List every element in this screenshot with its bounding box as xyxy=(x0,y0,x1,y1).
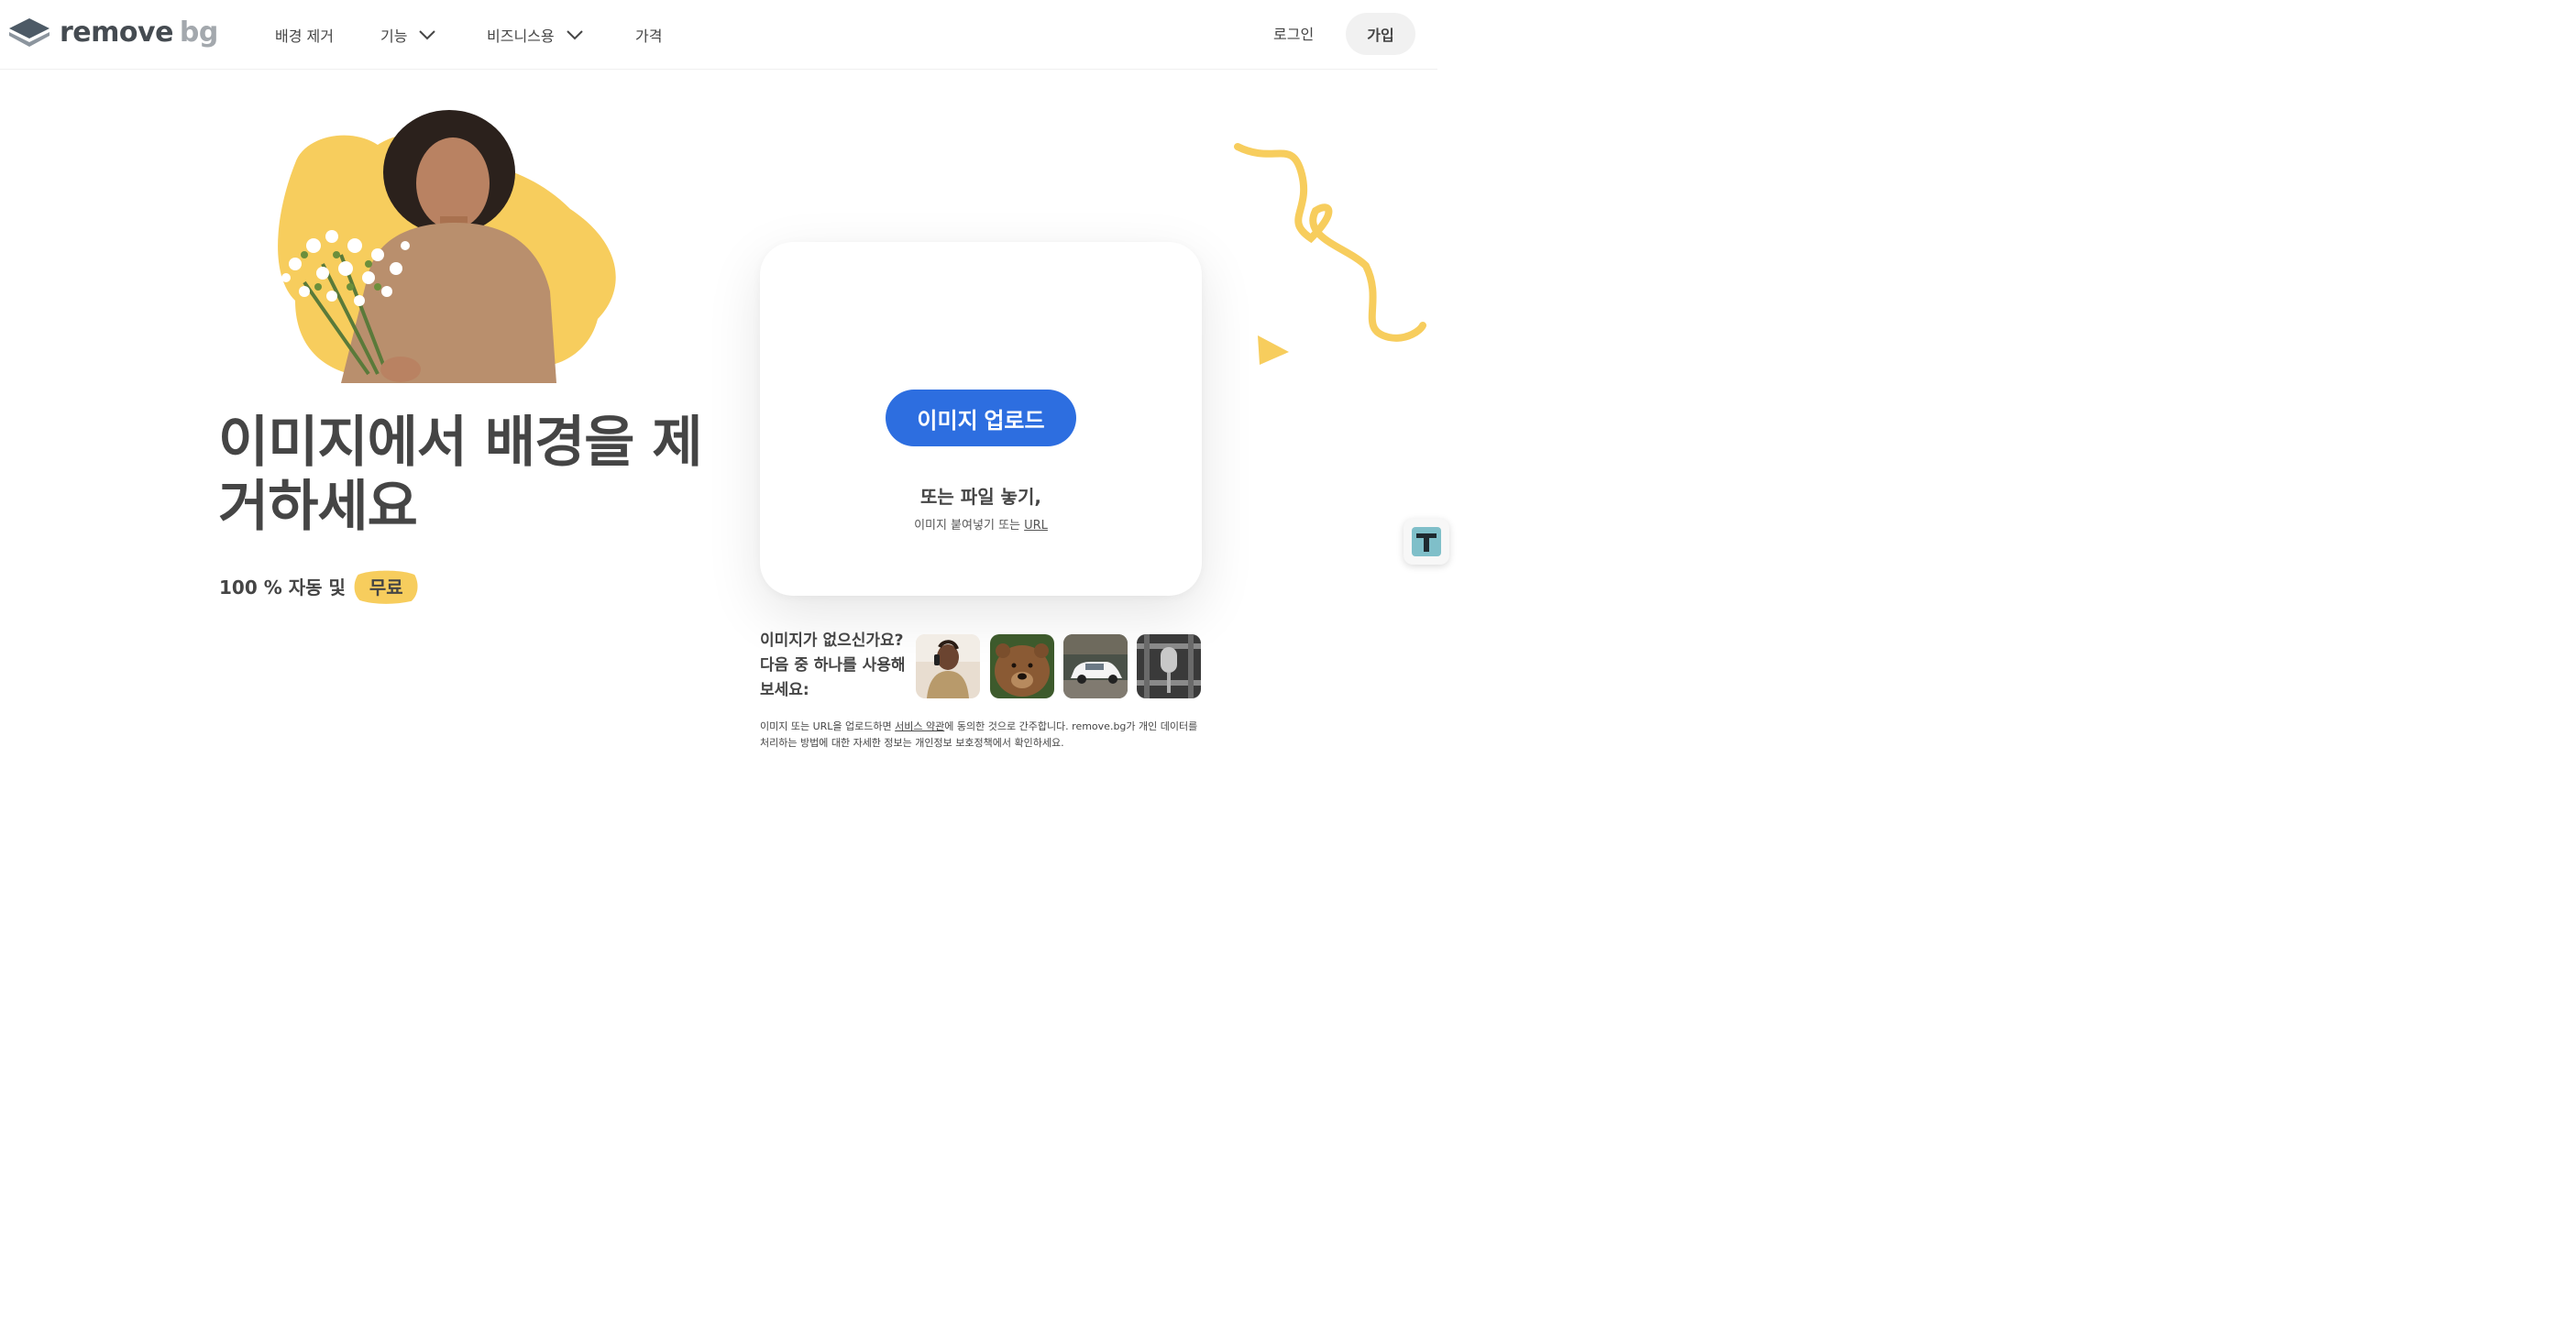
chevron-down-icon xyxy=(566,30,583,40)
nav-business-label: 비즈니스용 xyxy=(487,27,555,45)
legal-notice: 이미지 또는 URL을 업로드하면 서비스 약관에 동의한 것으로 간주합니다.… xyxy=(760,719,1205,752)
nav-pricing-label: 가격 xyxy=(635,27,663,45)
login-link[interactable]: 로그인 xyxy=(1273,22,1314,48)
upload-card[interactable]: 이미지 업로드 또는 파일 놓기, 이미지 붙여넣기 또는 URL xyxy=(760,242,1202,596)
hero-title: 이미지에서 배경을 제거하세요 xyxy=(218,411,703,539)
side-text-tool-icon[interactable] xyxy=(1404,519,1449,565)
top-nav-bar: remove bg 배경 제거 기능 비즈니스용 가격 로그인 가입 xyxy=(0,0,1437,70)
sample-image-person-on-phone[interactable] xyxy=(916,634,980,698)
hero-woman-with-flowers-image xyxy=(278,110,616,383)
legal-text-1: 이미지 또는 URL을 업로드하면 xyxy=(760,720,896,732)
sample-prompt: 이미지가 없으신가요? 다음 중 하나를 사용해 보세요: xyxy=(760,632,906,699)
chevron-down-icon xyxy=(419,30,436,40)
drop-file-text: 또는 파일 놓기, xyxy=(920,486,1041,508)
nav-remove-background[interactable]: 배경 제거 xyxy=(275,22,334,48)
nav-business-dropdown[interactable]: 비즈니스용 xyxy=(487,22,584,48)
nav-remove-background-label: 배경 제거 xyxy=(275,27,334,45)
paste-hint-text: 이미지 붙여넣기 또는 xyxy=(914,519,1020,533)
sample-image-bear[interactable] xyxy=(990,634,1054,698)
logo-wordmark: remove xyxy=(60,16,173,49)
signup-button[interactable]: 가입 xyxy=(1346,13,1415,55)
decorative-squiggle xyxy=(1234,143,1426,342)
nav-features-label: 기능 xyxy=(380,27,408,45)
free-badge-text: 무료 xyxy=(369,576,403,599)
nav-features-dropdown[interactable]: 기능 xyxy=(380,22,436,48)
hero-subtitle-text: 100 % 자동 및 xyxy=(219,576,346,599)
logo[interactable]: remove bg xyxy=(7,16,218,49)
upload-image-button[interactable]: 이미지 업로드 xyxy=(886,390,1076,446)
free-badge: 무료 xyxy=(353,567,420,605)
url-link[interactable]: URL xyxy=(1024,519,1048,533)
terms-of-service-link[interactable]: 서비스 약관 xyxy=(895,720,944,732)
decorative-triangle xyxy=(1258,335,1289,365)
logo-wordmark-suffix: bg xyxy=(179,16,218,49)
hero-subtitle: 100 % 자동 및 무료 xyxy=(219,566,420,605)
sample-image-microphone[interactable] xyxy=(1137,634,1201,698)
layers-logo-icon xyxy=(9,18,50,47)
paste-hint: 이미지 붙여넣기 또는 URL xyxy=(760,515,1202,533)
sample-image-white-car[interactable] xyxy=(1063,634,1128,698)
nav-pricing[interactable]: 가격 xyxy=(635,22,662,48)
